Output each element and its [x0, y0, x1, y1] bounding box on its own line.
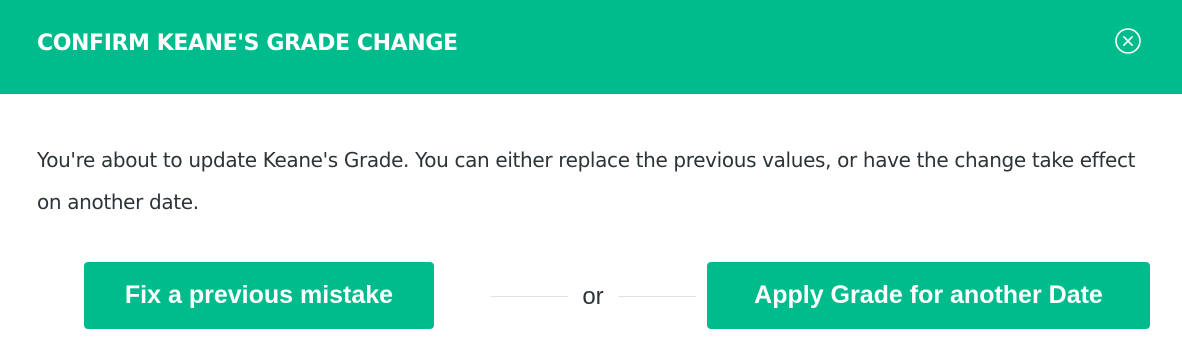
separator-or-label: or — [582, 283, 604, 310]
grade-change-dialog: CONFIRM KEANE'S GRADE CHANGE You're abou… — [0, 0, 1182, 364]
apply-grade-for-another-date-button[interactable]: Apply Grade for another Date — [707, 262, 1150, 329]
separator-line-left — [491, 296, 568, 297]
separator-line-right — [618, 296, 696, 297]
dialog-body: You're about to update Keane's Grade. Yo… — [37, 139, 1147, 223]
close-circle-icon — [1114, 27, 1142, 55]
dialog-message: You're about to update Keane's Grade. Yo… — [37, 148, 1136, 214]
close-button[interactable] — [1114, 27, 1142, 55]
fix-previous-mistake-button[interactable]: Fix a previous mistake — [84, 262, 434, 329]
dialog-header: CONFIRM KEANE'S GRADE CHANGE — [0, 0, 1182, 94]
dialog-title: CONFIRM KEANE'S GRADE CHANGE — [37, 31, 458, 56]
